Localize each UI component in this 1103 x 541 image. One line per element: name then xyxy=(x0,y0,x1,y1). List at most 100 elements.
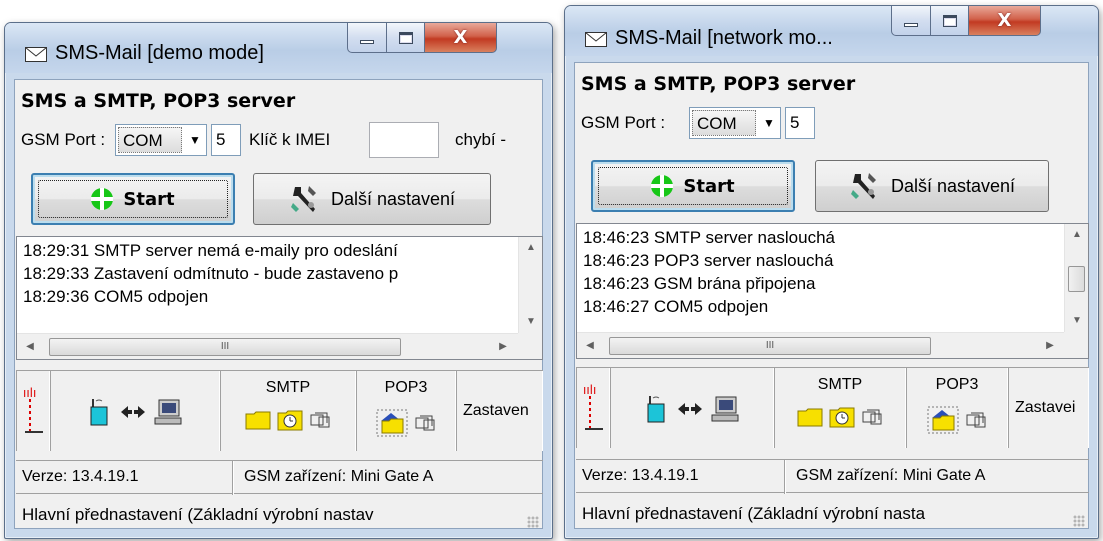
more-settings-label: Další nastavení xyxy=(890,175,1016,196)
scroll-corner xyxy=(1064,332,1088,358)
gsm-modem-icon xyxy=(90,399,108,426)
scroll-right-icon[interactable]: ▶ xyxy=(492,334,514,359)
horizontal-scroll-thumb[interactable]: III xyxy=(609,337,931,355)
tools-icon xyxy=(290,186,316,212)
device-label: GSM zařízení: Mini Gate A xyxy=(796,467,986,484)
start-button[interactable]: Start xyxy=(31,173,235,225)
status-divider xyxy=(232,461,234,495)
log-line: 18:46:23 POP3 server naslouchá xyxy=(583,251,834,270)
folder-icon[interactable] xyxy=(797,407,823,427)
window-title: SMS-Mail [network mo... xyxy=(615,27,833,49)
resize-grip-icon[interactable] xyxy=(1073,515,1085,527)
profile-bar[interactable]: Hlavní přednastavení (Základní výrobní n… xyxy=(16,500,543,532)
smtp-label: SMTP xyxy=(817,376,863,393)
port-select[interactable]: COM ▼ xyxy=(115,124,207,156)
status-bar: Verze: 13.4.19.1 GSM zařízení: Mini Gate… xyxy=(16,460,543,495)
resize-grip-icon[interactable] xyxy=(527,516,539,528)
status-divider xyxy=(784,460,786,494)
stop-status-label: Zastaven xyxy=(463,402,529,419)
queue-icon[interactable] xyxy=(965,411,987,429)
connection-segment xyxy=(50,371,220,451)
antenna-segment: ıılı xyxy=(576,368,610,448)
antenna-segment: ıılı xyxy=(16,371,50,451)
profile-bar[interactable]: Hlavní přednastavení (Základní výrobní n… xyxy=(576,499,1089,531)
maximize-button[interactable] xyxy=(387,23,425,53)
scheduled-icon[interactable] xyxy=(277,409,303,431)
port-select[interactable]: COM ▼ xyxy=(689,107,781,139)
log-line: 18:29:36 COM5 odpojen xyxy=(23,287,209,306)
stop-segment[interactable]: Zastaven xyxy=(456,371,543,451)
minimize-icon xyxy=(904,22,918,27)
profile-label: Hlavní přednastavení (Základní výrobní n… xyxy=(582,504,926,523)
chevron-down-icon: ▼ xyxy=(189,133,201,147)
scroll-down-icon[interactable]: ▼ xyxy=(1065,310,1088,332)
port-number-input[interactable]: 5 xyxy=(211,124,241,156)
scroll-left-icon[interactable]: ◀ xyxy=(579,333,601,358)
chevron-down-icon: ▼ xyxy=(763,116,775,130)
scheduled-icon[interactable] xyxy=(829,406,855,428)
folder-icon[interactable] xyxy=(245,410,271,430)
pop3-label: POP3 xyxy=(935,376,979,393)
port-select-value: COM xyxy=(118,127,182,153)
close-button[interactable]: X xyxy=(425,23,497,53)
more-settings-button[interactable]: Další nastavení xyxy=(253,173,491,225)
port-number-input[interactable]: 5 xyxy=(785,107,815,139)
queue-icon[interactable] xyxy=(309,411,331,429)
green-plus-icon xyxy=(651,175,674,197)
horizontal-scroll-thumb[interactable]: III xyxy=(49,338,401,356)
gsm-port-label: GSM Port : xyxy=(581,113,666,132)
title-bar[interactable]: SMS-Mail [demo mode] X xyxy=(5,23,552,73)
close-icon: X xyxy=(997,10,1012,31)
minimize-button[interactable] xyxy=(891,6,931,36)
scroll-corner xyxy=(518,333,542,359)
sms-mail-window-demo: SMS-Mail [demo mode] X SMS a SMTP, POP3 … xyxy=(4,22,553,539)
close-button[interactable]: X xyxy=(969,6,1041,36)
log-vertical-scrollbar[interactable]: ▲ ▼ xyxy=(1064,224,1088,332)
version-label: Verze: 13.4.19.1 xyxy=(582,467,699,484)
scroll-up-icon[interactable]: ▲ xyxy=(519,237,542,259)
gsm-modem-icon xyxy=(647,396,665,423)
log-horizontal-scrollbar[interactable]: ◀ III ▶ xyxy=(17,333,520,359)
mailbox-folder-icon[interactable] xyxy=(927,406,959,434)
antenna-icon: ıılı xyxy=(583,383,603,430)
queue-icon[interactable] xyxy=(414,414,436,432)
imei-missing-label: chybí - xyxy=(455,130,507,149)
log-horizontal-scrollbar[interactable]: ◀ III ▶ xyxy=(577,332,1066,358)
pop3-label: POP3 xyxy=(384,379,428,396)
pop3-segment: POP3 xyxy=(356,371,456,451)
start-button[interactable]: Start xyxy=(591,160,795,212)
client-area: SMS a SMTP, POP3 server GSM Port : COM ▼… xyxy=(14,79,543,529)
more-settings-label: Další nastavení xyxy=(330,188,456,209)
bidirectional-arrows-icon xyxy=(121,406,145,418)
stop-status-label: Zastavei xyxy=(1015,399,1076,416)
client-area: SMS a SMTP, POP3 server GSM Port : COM ▼… xyxy=(574,62,1089,529)
vertical-scroll-thumb[interactable] xyxy=(1068,266,1085,292)
log-lines: 18:46:23 SMTP server naslouchá 18:46:23 … xyxy=(583,226,835,318)
log-line: 18:29:33 Zastavení odmítnuto - bude zast… xyxy=(23,264,399,283)
close-icon: X xyxy=(453,27,468,48)
connection-segment xyxy=(610,368,774,448)
minimize-button[interactable] xyxy=(347,23,387,53)
event-log[interactable]: 18:29:31 SMTP server nemá e-maily pro od… xyxy=(16,236,543,360)
log-line: 18:46:23 SMTP server naslouchá xyxy=(583,228,835,247)
start-button-label: Start xyxy=(683,175,735,197)
profile-label: Hlavní přednastavení (Základní výrobní n… xyxy=(22,505,374,524)
computer-icon xyxy=(711,396,739,422)
title-bar[interactable]: SMS-Mail [network mo... X xyxy=(565,6,1098,56)
log-vertical-scrollbar[interactable]: ▲ ▼ xyxy=(518,237,542,333)
imei-key-input[interactable] xyxy=(369,122,439,158)
stop-segment[interactable]: Zastavei xyxy=(1008,368,1089,448)
scroll-right-icon[interactable]: ▶ xyxy=(1039,333,1061,358)
scroll-up-icon[interactable]: ▲ xyxy=(1065,224,1088,246)
smtp-segment: SMTP xyxy=(774,368,906,448)
mailbox-folder-icon[interactable] xyxy=(376,409,408,437)
smtp-label: SMTP xyxy=(265,379,311,396)
event-log[interactable]: 18:46:23 SMTP server naslouchá 18:46:23 … xyxy=(576,223,1089,359)
scroll-left-icon[interactable]: ◀ xyxy=(19,334,41,359)
svg-text:ıılı: ıılı xyxy=(583,383,596,397)
maximize-button[interactable] xyxy=(931,6,969,36)
more-settings-button[interactable]: Další nastavení xyxy=(815,160,1049,212)
scroll-down-icon[interactable]: ▼ xyxy=(519,311,542,333)
svg-text:ıılı: ıılı xyxy=(23,386,36,400)
queue-icon[interactable] xyxy=(861,408,883,426)
